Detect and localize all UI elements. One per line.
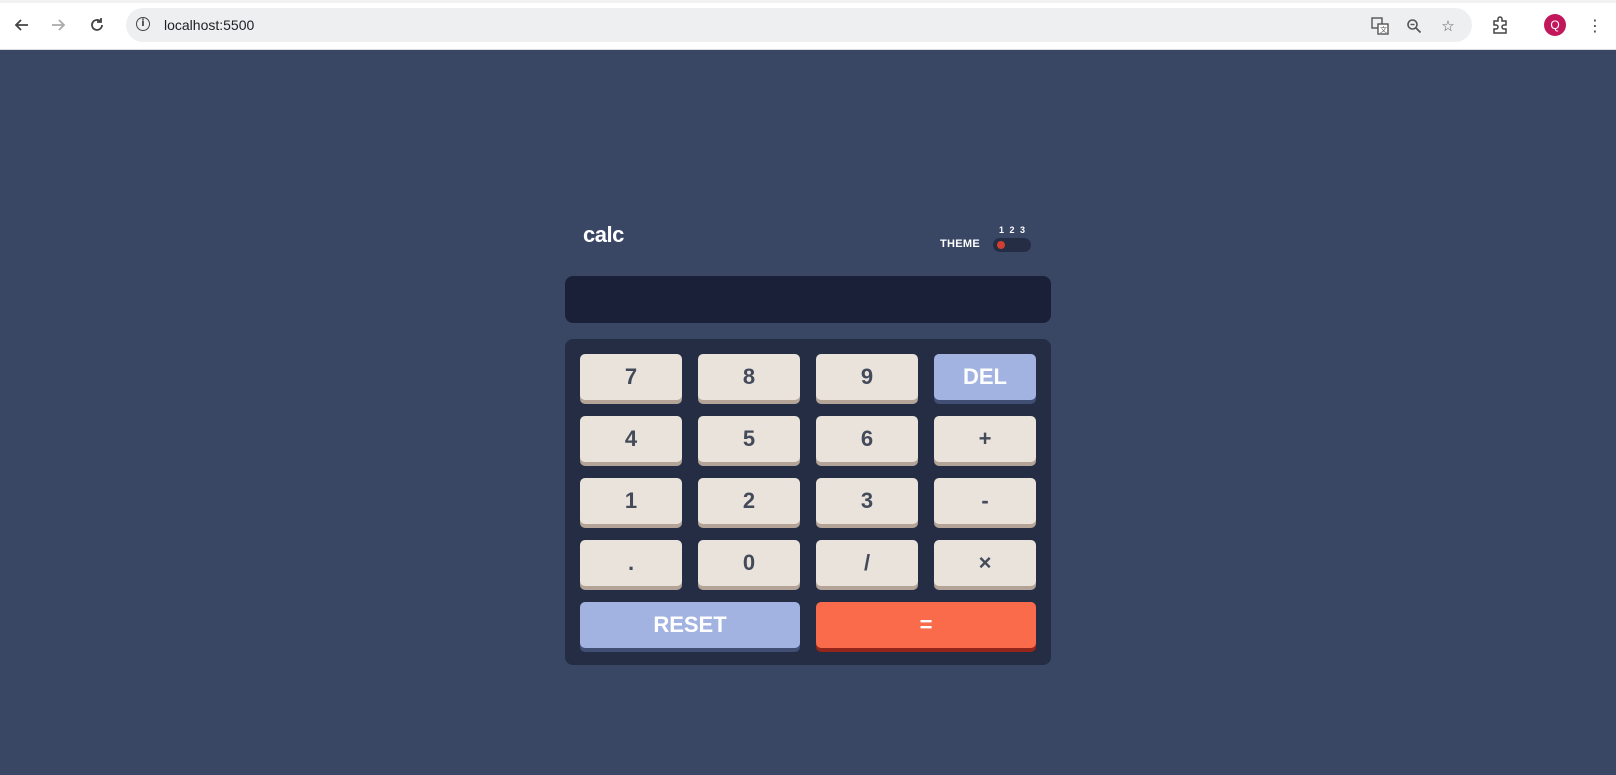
equals-button[interactable]: = xyxy=(816,602,1036,648)
theme-numbers: 1 2 3 xyxy=(999,225,1025,235)
address-bar[interactable]: i localhost:5500 文 ☆ xyxy=(126,8,1472,42)
theme-number-2: 2 xyxy=(1009,225,1015,235)
key-1[interactable]: 1 xyxy=(580,478,682,524)
key-9[interactable]: 9 xyxy=(816,354,918,400)
extensions-icon[interactable] xyxy=(1487,12,1513,38)
divide-button[interactable]: / xyxy=(816,540,918,586)
zoom-icon[interactable] xyxy=(1403,15,1425,37)
key-3[interactable]: 3 xyxy=(816,478,918,524)
reset-button[interactable]: RESET xyxy=(580,602,800,648)
key-0[interactable]: 0 xyxy=(698,540,800,586)
key-6[interactable]: 6 xyxy=(816,416,918,462)
menu-kebab-icon[interactable]: ⋮ xyxy=(1582,12,1608,38)
theme-toggle-knob[interactable] xyxy=(997,241,1005,249)
decimal-button[interactable]: . xyxy=(580,540,682,586)
theme-number-3: 3 xyxy=(1019,225,1025,235)
translate-icon[interactable]: 文 xyxy=(1369,15,1391,37)
bookmark-star-icon[interactable]: ☆ xyxy=(1437,15,1459,37)
key-2[interactable]: 2 xyxy=(698,478,800,524)
key-5[interactable]: 5 xyxy=(698,416,800,462)
key-4[interactable]: 4 xyxy=(580,416,682,462)
calculator-display xyxy=(565,276,1051,323)
key-8[interactable]: 8 xyxy=(698,354,800,400)
theme-label: THEME xyxy=(940,238,980,250)
browser-toolbar: i localhost:5500 文 ☆ Q ⋮ xyxy=(0,0,1616,50)
svg-text:文: 文 xyxy=(1380,25,1387,34)
key-7[interactable]: 7 xyxy=(580,354,682,400)
app-title: calc xyxy=(583,222,624,247)
theme-toggle[interactable] xyxy=(993,238,1031,252)
delete-button[interactable]: DEL xyxy=(934,354,1036,400)
plus-button[interactable]: + xyxy=(934,416,1036,462)
back-arrow-icon[interactable] xyxy=(8,11,36,39)
url-text[interactable]: localhost:5500 xyxy=(164,17,254,33)
profile-avatar[interactable]: Q xyxy=(1544,14,1566,36)
info-icon[interactable]: i xyxy=(136,17,150,31)
tab-strip-edge xyxy=(0,0,1616,3)
multiply-button[interactable]: × xyxy=(934,540,1036,586)
theme-number-1: 1 xyxy=(999,225,1005,235)
minus-button[interactable]: - xyxy=(934,478,1036,524)
keypad: 7 8 9 DEL 4 5 6 + 1 2 3 - . 0 / × RESET … xyxy=(565,339,1051,665)
forward-arrow-icon[interactable] xyxy=(44,11,72,39)
reload-icon[interactable] xyxy=(83,11,111,39)
